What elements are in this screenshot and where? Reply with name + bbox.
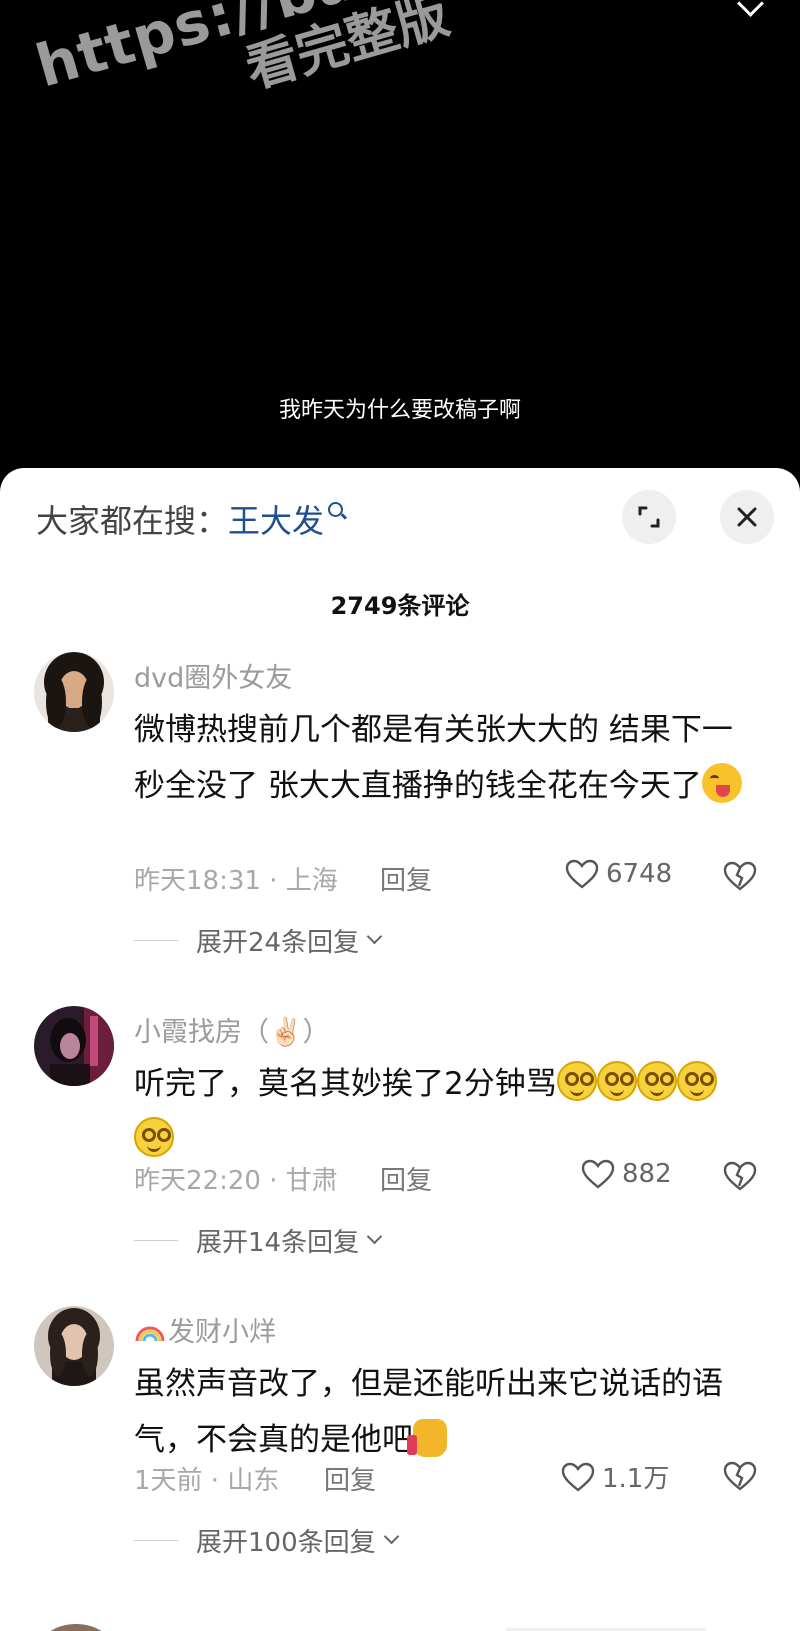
hot-search-term[interactable]: 王大发 [228,496,324,542]
expand-replies-button[interactable]: 展开14条回复 [134,1222,383,1259]
comment-author[interactable]: 小霞找房（✌🏻） [134,1010,330,1049]
expand-replies-label: 展开100条回复 [196,1528,376,1558]
thumbs-up-emoji-icon [407,1419,447,1457]
avatar[interactable] [34,1306,114,1386]
comment-text-content: 听完了，莫名其妙挨了2分钟骂 [134,1066,557,1102]
comment-text: 微博热搜前几个都是有关张大大的 结果下一秒全没了 张大大直播挣的钱全花在今天了 [134,702,754,814]
dislike-button[interactable] [722,1460,758,1496]
divider [134,1540,178,1541]
next-comment-partial [36,1618,716,1631]
dislike-button[interactable] [722,1160,758,1196]
chevron-down-icon[interactable] [737,0,764,17]
avatar[interactable] [34,652,114,732]
close-icon [737,507,757,527]
hot-search-label: 大家都在搜： [36,502,229,540]
avatar[interactable] [34,1006,114,1086]
expand-replies-label: 展开14条回复 [196,1228,360,1258]
watermark: https://bacg1.com 看完整版 [29,0,647,152]
like-count: 882 [622,1159,672,1189]
search-icon [328,501,344,517]
chevron-down-icon [383,1528,399,1545]
rainbow-icon [135,1326,165,1341]
divider [134,940,178,941]
comment-meta: 昨天22:20 · 甘肃 [134,1166,338,1196]
wink-tongue-emoji-icon [701,763,742,803]
blush-emoji-icon [676,1061,717,1101]
blush-emoji-icon [596,1061,637,1101]
blush-emoji-icon [134,1117,174,1157]
expand-button[interactable] [622,490,676,544]
comment-meta: 1天前 · 山东 [134,1466,280,1496]
heart-icon [561,1462,595,1492]
comment-sheet: 大家都在搜： 王大发 2749条评论 dvd圈外女友 微博热搜前几个都是有关张大… [0,468,800,1631]
comment-text-content: 微博热搜前几个都是有关张大大的 结果下一秒全没了 张大大直播挣的钱全花在今天了 [134,712,733,804]
hot-search-bar[interactable]: 大家都在搜： 王大发 [36,496,344,542]
expand-replies-label: 展开24条回复 [196,928,360,958]
heart-icon [581,1159,615,1189]
comment-text: 听完了，莫名其妙挨了2分钟骂 [134,1056,774,1168]
like-count: 1.1万 [602,1464,670,1494]
comment-meta: 昨天18:31 · 上海 [134,866,338,896]
comment-author[interactable]: dvd圈外女友 [134,656,292,695]
comment-author-name: 发财小烊 [168,1317,276,1348]
divider [134,1240,178,1241]
chevron-down-icon [366,928,383,945]
close-button[interactable] [720,490,774,544]
reply-button[interactable]: 回复 [380,1160,432,1197]
reply-button[interactable]: 回复 [380,860,432,897]
broken-heart-icon [723,1161,757,1191]
blush-emoji-icon [556,1061,597,1101]
like-count: 6748 [606,859,673,889]
like-button[interactable]: 882 [580,1158,672,1190]
blush-emoji-icon [636,1061,677,1101]
dislike-button[interactable] [722,860,758,896]
comment-text: 虽然声音改了，但是还能听出来它说话的语气，不会真的是他吧 [134,1356,734,1468]
expand-replies-button[interactable]: 展开100条回复 [134,1522,399,1559]
expand-replies-button[interactable]: 展开24条回复 [134,922,383,959]
reply-button[interactable]: 回复 [324,1460,376,1497]
heart-icon [565,859,599,889]
expand-icon [638,506,660,528]
video-player[interactable]: https://bacg1.com 看完整版 我昨天为什么要改稿子啊 [0,0,800,480]
broken-heart-icon [723,861,757,891]
comment-author[interactable]: 发财小烊 [134,1310,276,1349]
broken-heart-icon [723,1461,757,1491]
video-caption: 我昨天为什么要改稿子啊 [278,398,521,423]
chevron-down-icon [366,1228,383,1245]
like-button[interactable]: 1.1万 [560,1458,669,1495]
comment-count: 2749条评论 [330,592,470,620]
like-button[interactable]: 6748 [564,858,672,890]
